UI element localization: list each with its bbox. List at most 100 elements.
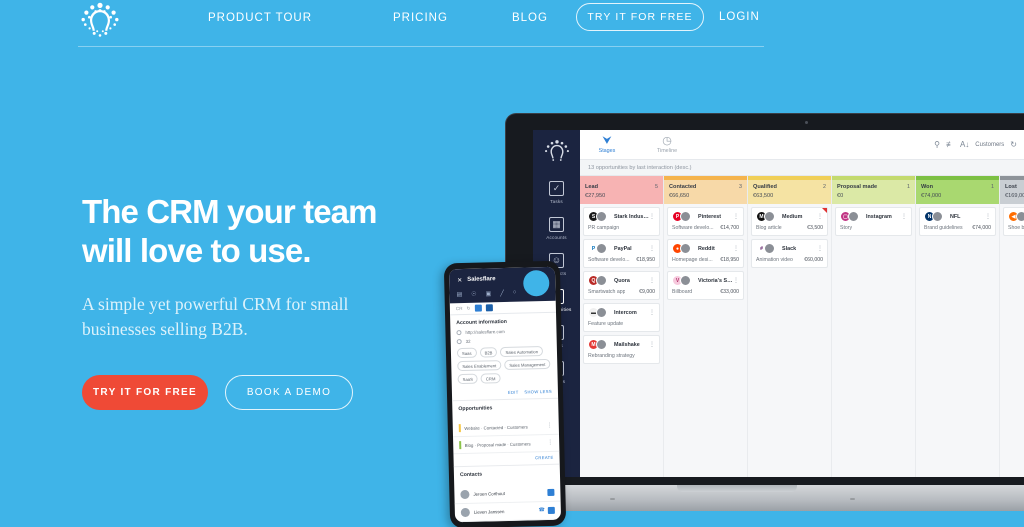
avatar (848, 211, 859, 222)
card-menu-icon[interactable]: ⋮ (817, 246, 823, 252)
nav-link-product-tour[interactable]: PRODUCT TOUR (208, 11, 312, 25)
edit-link[interactable]: EDIT (508, 390, 519, 395)
column-amount: €66,650 (669, 192, 690, 199)
tab-stages[interactable]: ⮟ Stages (588, 135, 626, 154)
kanban-column-contacted: Contacted 3 €66,650 P Pinterest ⋮ Softwar… (664, 176, 748, 477)
close-icon[interactable]: ✕ (457, 277, 462, 284)
website-value: http://salesflare.com (465, 328, 505, 335)
tag[interactable]: Saas (456, 347, 477, 359)
opportunity-card[interactable]: P PayPal ⋮ Software develo... €18,950 (583, 238, 660, 268)
tag[interactable]: Sales Enablement (457, 360, 502, 372)
search-icon[interactable]: ⚲ (934, 140, 940, 149)
hero-title-line-2: will love to use. (82, 232, 311, 269)
card-menu-icon[interactable]: ⋮ (649, 310, 655, 316)
card-menu-icon[interactable]: ⋮ (649, 246, 655, 252)
opportunity-pipeline: Customers (506, 423, 528, 430)
tag[interactable]: CRM (480, 373, 501, 384)
show-less-link[interactable]: SHOW LESS (524, 389, 552, 395)
tab-active-2[interactable] (485, 304, 493, 312)
kanban-column-proposal-made: Proposal made 1 €0 ▢ Instagram ⋮ Story (832, 176, 916, 477)
avatar-group: P (588, 243, 610, 254)
refresh-icon[interactable]: ↻ (1010, 140, 1017, 149)
section-title: Opportunities (458, 405, 493, 413)
opportunity-card[interactable]: V Victoria's Se... ⋮ Billboard €33,000 (667, 270, 744, 300)
card-icon[interactable]: ▤ (456, 291, 462, 298)
nav-link-blog[interactable]: BLOG (512, 11, 548, 25)
try-it-for-free-button[interactable]: TRY IT FOR FREE (82, 375, 208, 410)
phone-icon[interactable]: ☎ (539, 507, 545, 514)
opportunity-card[interactable]: # Slack ⋮ Animation video €60,000 (751, 238, 828, 268)
column-cards: N NFL ⋮ Brand guidelines €74,000 (916, 204, 999, 242)
card-menu-icon[interactable]: ⋮ (649, 278, 655, 284)
sidebar-item-tasks[interactable]: ✓ Tasks (533, 181, 580, 204)
phone-app-header: ✕ Salesflare ▤ ☉ ▣ ╱ ○ (448, 266, 556, 304)
comment-icon[interactable]: ○ (513, 290, 517, 297)
sort-icon[interactable]: ↻ (466, 305, 470, 311)
opportunity-card[interactable]: N NFL ⋮ Brand guidelines €74,000 (919, 206, 996, 236)
opportunity-card[interactable]: ▬ Intercom ⋮ Feature update (583, 302, 660, 332)
opportunity-card[interactable]: ▢ Instagram ⋮ Story (835, 206, 912, 236)
tab-label: Timeline (656, 148, 678, 154)
column-cards: P Pinterest ⋮ Software develo... €14,700 ●… (664, 204, 747, 306)
calendar-icon[interactable]: ▣ (486, 290, 492, 297)
tag[interactable]: SaaS (457, 373, 478, 385)
sort-az-icon[interactable]: A↓ (960, 140, 969, 149)
opportunity-card[interactable]: ◀ Shoe bo... (1003, 206, 1024, 236)
column-amount: €27,950 (585, 192, 606, 199)
card-menu-icon[interactable]: ⋮ (649, 342, 655, 348)
website-row[interactable]: http://salesflare.com (456, 328, 550, 336)
sidebar-item-accounts[interactable]: ▦ Accounts (533, 217, 580, 240)
phone-opportunities-section: Opportunities (452, 399, 558, 421)
row-menu-icon[interactable]: ⋮ (547, 440, 553, 446)
nav-link-pricing[interactable]: PRICING (393, 11, 448, 25)
column-title: Lost (1005, 184, 1017, 190)
card-task: Story (840, 225, 853, 231)
column-count: 1 (991, 184, 994, 190)
avatar (764, 243, 775, 254)
avatar (680, 275, 691, 286)
view-selector[interactable]: Customers (975, 142, 1004, 148)
card-value: €74,000 (972, 225, 991, 231)
tag[interactable]: Sales Automation (500, 346, 544, 358)
chat-icon[interactable]: ☉ (471, 291, 477, 298)
card-company: Victoria's Se... (698, 277, 733, 284)
kanban-column-qualified: Qualified 2 €63,500 M Medium ⋮ Blog arti… (748, 176, 832, 477)
tag[interactable]: Sales Management (504, 358, 551, 371)
filter-icon[interactable]: CR (456, 306, 463, 311)
avatar-group: M (588, 339, 610, 350)
opportunity-card[interactable]: S Stark Industr... ⋮ PR campaign (583, 206, 660, 236)
card-menu-icon[interactable]: ⋮ (733, 214, 739, 220)
tab-timeline[interactable]: ◷ Timeline (648, 135, 686, 154)
app-sidebar-logo-icon[interactable] (544, 139, 570, 165)
card-menu-icon[interactable]: ⋮ (817, 214, 823, 220)
opportunity-card[interactable]: P Pinterest ⋮ Software develo... €14,700 (667, 206, 744, 236)
stage-color-bar (459, 441, 461, 450)
create-link[interactable]: CREATE (535, 455, 554, 460)
column-count: 5 (655, 184, 658, 190)
row-menu-icon[interactable]: ⋮ (547, 423, 553, 429)
opportunity-card[interactable]: Q Quora ⋮ Smartwatch app €9,000 (583, 270, 660, 300)
column-count: 3 (739, 184, 742, 190)
opportunity-card[interactable]: M Medium ⋮ Blog article €3,500 (751, 206, 828, 236)
email-icon[interactable] (547, 488, 555, 496)
tag[interactable]: B2B (479, 347, 498, 358)
opportunity-card[interactable]: M Mailshake ⋮ Rebranding strategy (583, 334, 660, 364)
sidebar-item-label: Tasks (550, 199, 563, 204)
opportunity-card[interactable]: ● Reddit ⋮ Homepage desi... €18,950 (667, 238, 744, 268)
tab-active-1[interactable] (474, 304, 482, 312)
card-menu-icon[interactable]: ⋮ (985, 214, 991, 220)
email-icon[interactable] (547, 506, 555, 514)
card-menu-icon[interactable]: ⋮ (733, 246, 739, 252)
nav-try-free-button[interactable]: TRY IT FOR FREE (576, 3, 704, 31)
phone-contacts-section: Contacts (454, 465, 560, 487)
salesflare-logo-icon[interactable] (80, 2, 120, 40)
card-menu-icon[interactable]: ⋮ (901, 214, 907, 220)
card-menu-icon[interactable]: ⋮ (649, 214, 655, 220)
book-a-demo-button[interactable]: BOOK A DEMO (225, 375, 353, 410)
filter-icon[interactable]: ≢ (946, 140, 954, 149)
card-menu-icon[interactable]: ⋮ (733, 278, 739, 284)
card-company: Reddit (698, 245, 715, 252)
column-amount: €63,500 (753, 192, 774, 199)
edit-icon[interactable]: ╱ (500, 290, 504, 297)
nav-login-link[interactable]: LOGIN (719, 11, 760, 23)
